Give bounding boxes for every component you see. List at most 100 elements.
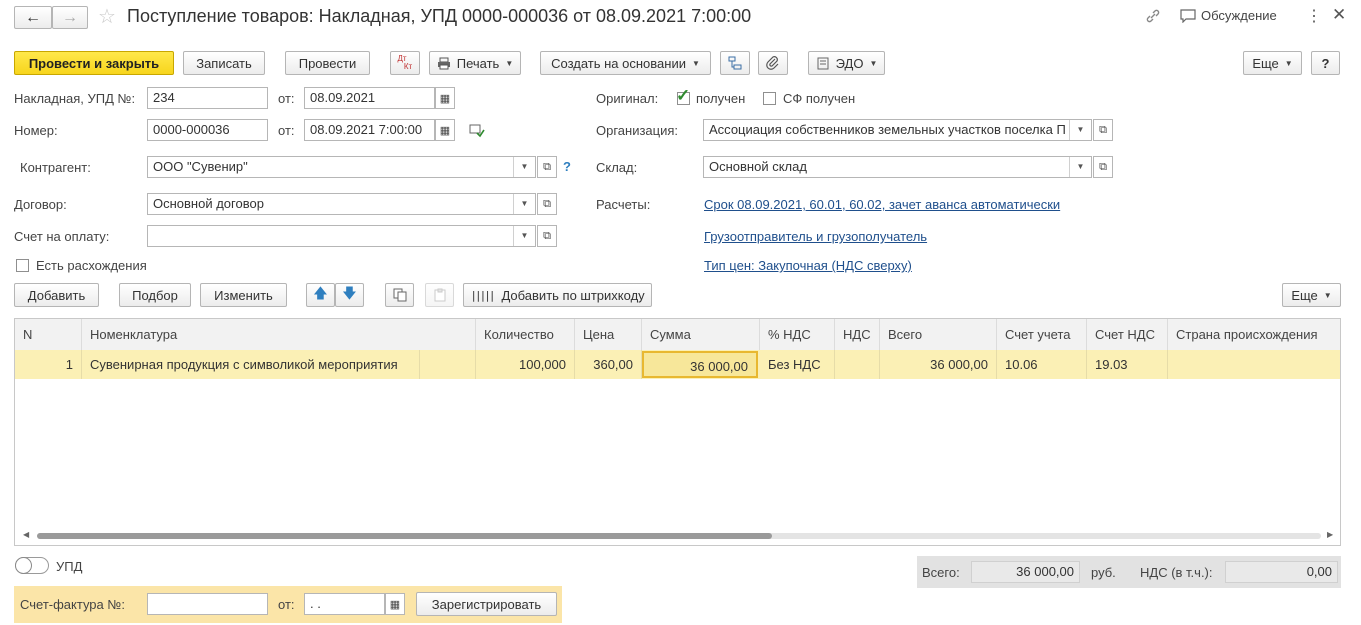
kt-label: Кт (403, 62, 413, 71)
number-date-label: от: (278, 123, 295, 138)
hierarchy-icon (728, 56, 742, 70)
attach-button[interactable] (758, 51, 788, 75)
edo-label: ЭДО (835, 55, 864, 71)
cell-vat[interactable] (835, 350, 880, 379)
more-vertical-icon[interactable]: ⋮ (1306, 6, 1322, 26)
chevron-down-icon: ▼ (505, 58, 514, 68)
cell-sum[interactable]: 36 000,00 (642, 351, 758, 378)
settlements-link[interactable]: Срок 08.09.2021, 60.01, 60.02, зачет ава… (704, 197, 1060, 212)
invoice-date-input[interactable]: 08.09.2021 (304, 87, 435, 109)
number-date-input[interactable]: 08.09.2021 7:00:00 (304, 119, 435, 141)
column-header-item[interactable]: Номенклатура (82, 319, 476, 350)
cell-vat-rate[interactable]: Без НДС (760, 350, 835, 379)
pick-button[interactable]: Подбор (119, 283, 191, 307)
cell-price[interactable]: 360,00 (575, 350, 642, 379)
print-button[interactable]: Печать ▼ (429, 51, 521, 75)
chevron-down-icon[interactable]: ▼ (513, 194, 535, 214)
calendar-icon[interactable]: ▦ (435, 87, 455, 109)
column-header-account[interactable]: Счет учета (997, 319, 1087, 350)
paperclip-icon (766, 56, 779, 70)
toggle-knob (15, 557, 32, 574)
pay-account-input[interactable]: ▼ (147, 225, 536, 247)
add-row-button[interactable]: Добавить (14, 283, 99, 307)
discussion-button[interactable]: Обсуждение (1180, 8, 1277, 23)
organization-label: Организация: (596, 123, 679, 138)
cell-total[interactable]: 36 000,00 (880, 350, 997, 379)
scrollbar-thumb[interactable] (37, 533, 772, 539)
edo-button[interactable]: ЭДО ▼ (808, 51, 885, 75)
chevron-down-icon[interactable]: ▼ (1069, 120, 1091, 140)
column-header-vat[interactable]: НДС (835, 319, 880, 350)
organization-input[interactable]: Ассоциация собственников земельных участ… (703, 119, 1092, 141)
column-header-n[interactable]: N (15, 319, 82, 350)
discrepancy-label: Есть расхождения (36, 258, 147, 273)
cell-item[interactable]: Сувенирная продукция с символикой меропр… (82, 350, 420, 379)
save-button[interactable]: Записать (183, 51, 265, 75)
add-by-barcode-button[interactable]: ||||| Добавить по штрихкоду (463, 283, 652, 307)
contractor-label: Контрагент: (20, 160, 91, 175)
star-icon[interactable]: ☆ (98, 4, 116, 29)
dt-kt-button[interactable]: Дт Кт (390, 51, 420, 75)
help-button[interactable]: ? (1311, 51, 1340, 75)
open-warehouse-icon[interactable]: ⧉ (1093, 156, 1113, 178)
open-pay-account-icon[interactable]: ⧉ (537, 225, 557, 247)
cell-n: 1 (15, 350, 82, 379)
forward-button[interactable]: → (52, 6, 88, 29)
link-icon[interactable] (1145, 8, 1161, 24)
scroll-left-icon[interactable]: ◀ (23, 530, 29, 539)
sf-invoice-input[interactable] (147, 593, 268, 615)
invoice-number-label: Накладная, УПД №: (14, 91, 136, 106)
discrepancy-checkbox[interactable] (16, 259, 29, 272)
column-header-total[interactable]: Всего (880, 319, 997, 350)
help-question-icon[interactable]: ? (563, 159, 571, 174)
chevron-down-icon[interactable]: ▼ (513, 157, 535, 177)
chevron-down-icon[interactable]: ▼ (1069, 157, 1091, 177)
arrow-left-icon: ← (25, 8, 41, 26)
price-type-link[interactable]: Тип цен: Закупочная (НДС сверху) (704, 258, 912, 273)
history-check-icon[interactable] (469, 124, 485, 141)
calendar-icon[interactable]: ▦ (385, 593, 405, 615)
cell-quantity[interactable]: 100,000 (476, 350, 575, 379)
invoice-number-input[interactable]: 234 (147, 87, 268, 109)
sf-date-input[interactable]: . . (304, 593, 385, 615)
more-button[interactable]: Еще ▼ (1243, 51, 1302, 75)
shipper-consignee-link[interactable]: Грузоотправитель и грузополучатель (704, 229, 927, 244)
cell-account[interactable]: 10.06 (997, 350, 1087, 379)
open-organization-icon[interactable]: ⧉ (1093, 119, 1113, 141)
open-contractor-icon[interactable]: ⧉ (537, 156, 557, 178)
table-row[interactable]: 1 Сувенирная продукция с символикой меро… (15, 350, 1340, 379)
move-down-button[interactable]: 🡇 (335, 283, 364, 307)
sf-received-checkbox[interactable] (763, 92, 776, 105)
warehouse-input[interactable]: Основной склад ▼ (703, 156, 1092, 178)
scroll-right-icon[interactable]: ▶ (1327, 530, 1333, 539)
column-header-vat-account[interactable]: Счет НДС (1087, 319, 1168, 350)
column-header-vat-rate[interactable]: % НДС (760, 319, 835, 350)
copy-rows-button[interactable] (385, 283, 414, 307)
discussion-label: Обсуждение (1201, 8, 1277, 23)
number-input[interactable]: 0000-000036 (147, 119, 268, 141)
paste-rows-button[interactable] (425, 283, 454, 307)
change-button[interactable]: Изменить (200, 283, 287, 307)
cell-vat-account[interactable]: 19.03 (1087, 350, 1168, 379)
table-more-button[interactable]: Еще ▼ (1282, 283, 1341, 307)
register-button[interactable]: Зарегистрировать (416, 592, 557, 616)
chevron-down-icon[interactable]: ▼ (513, 226, 535, 246)
contractor-input[interactable]: ООО "Сувенир" ▼ (147, 156, 536, 178)
close-icon[interactable]: ✕ (1332, 5, 1346, 25)
move-up-button[interactable]: 🡅 (306, 283, 335, 307)
column-header-country[interactable]: Страна происхождения (1168, 319, 1340, 350)
horizontal-scrollbar[interactable] (37, 533, 1321, 539)
open-contract-icon[interactable]: ⧉ (537, 193, 557, 215)
contract-input[interactable]: Основной договор ▼ (147, 193, 536, 215)
column-header-price[interactable]: Цена (575, 319, 642, 350)
calendar-icon[interactable]: ▦ (435, 119, 455, 141)
cell-country[interactable] (1168, 350, 1340, 379)
post-and-close-button[interactable]: Провести и закрыть (14, 51, 174, 75)
column-header-sum[interactable]: Сумма (642, 319, 760, 350)
post-button[interactable]: Провести (285, 51, 370, 75)
upd-toggle[interactable] (15, 557, 49, 574)
back-button[interactable]: ← (14, 6, 52, 29)
create-based-on-button[interactable]: Создать на основании ▼ (540, 51, 711, 75)
structure-button[interactable] (720, 51, 750, 75)
column-header-quantity[interactable]: Количество (476, 319, 575, 350)
